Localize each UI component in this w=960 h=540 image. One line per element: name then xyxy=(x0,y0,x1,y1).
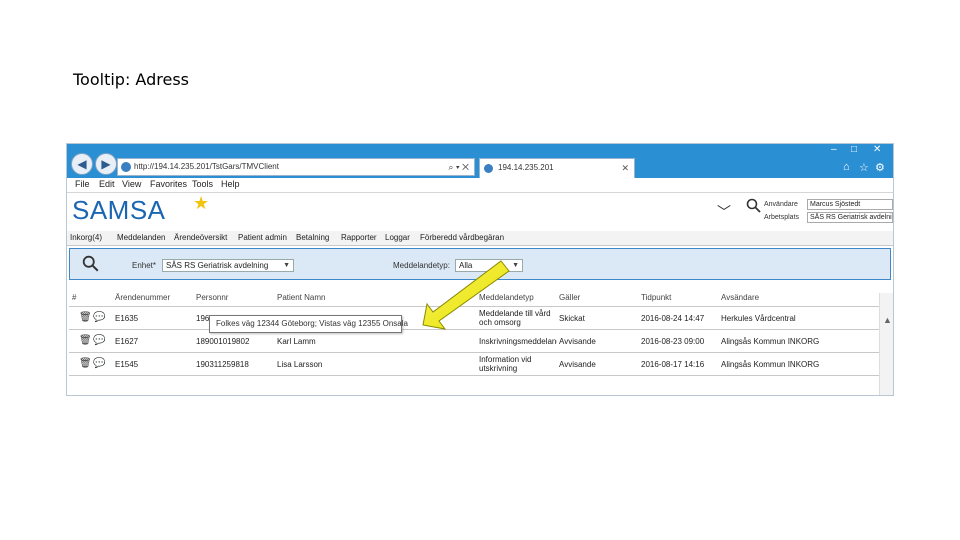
arrow-shape xyxy=(422,260,510,330)
slide-title: Tooltip: Adress xyxy=(73,70,189,89)
screenshot: ◀ ▶ http://194.14.235.201/TstGars/TMVCli… xyxy=(66,143,894,396)
annotation-arrow xyxy=(422,260,510,330)
